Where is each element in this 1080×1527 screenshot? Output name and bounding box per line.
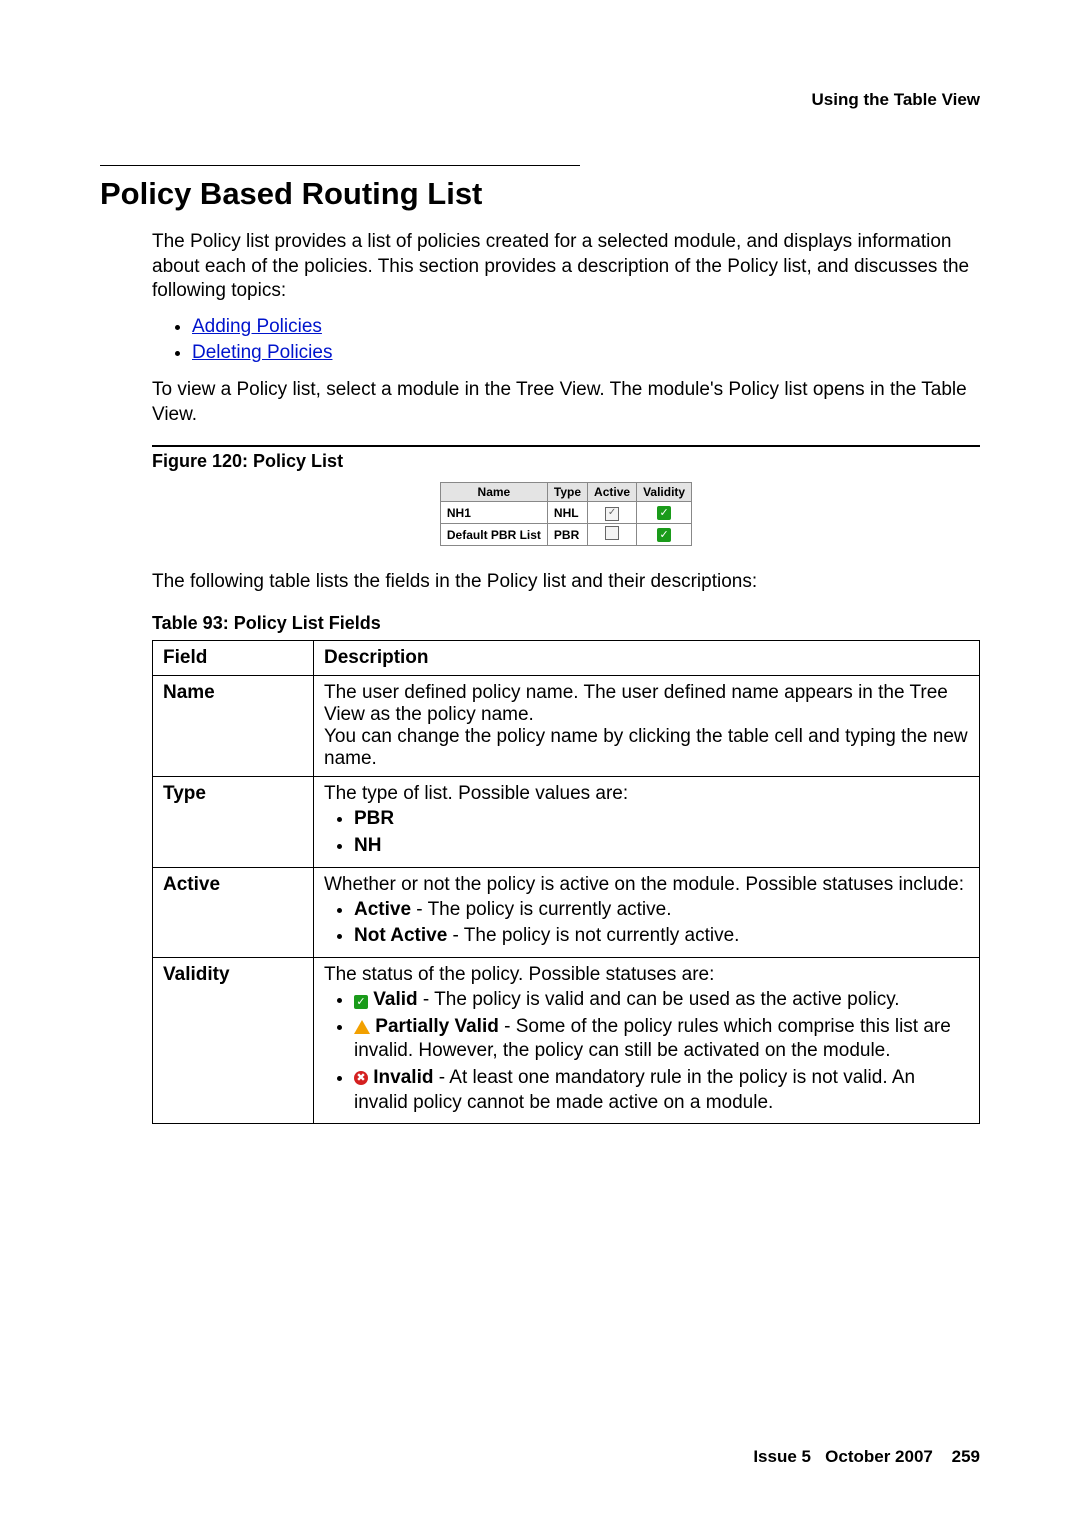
valid-icon: ✓ [354, 995, 368, 1009]
footer-page-number: 259 [952, 1447, 980, 1466]
text: You can change the policy name by clicki… [324, 726, 968, 769]
cell-validity: ✓ [637, 502, 692, 524]
body: The Policy list provides a list of polic… [152, 230, 980, 1124]
field-name: Name [153, 676, 314, 777]
field-desc: The type of list. Possible values are: P… [314, 777, 980, 867]
link-adding-policies[interactable]: Adding Policies [192, 316, 322, 337]
list-item: Deleting Policies [192, 342, 980, 364]
text: Whether or not the policy is active on t… [324, 874, 964, 895]
policy-list-table: Name Type Active Validity NH1 NHL ✓ ✓ De… [440, 482, 692, 546]
heading-rule [100, 165, 580, 166]
cell-name: Default PBR List [440, 524, 547, 546]
table-row: Default PBR List PBR ✓ [440, 524, 691, 546]
list-item: PBR [354, 807, 969, 832]
col-name: Name [440, 483, 547, 502]
text: The user defined policy name. The user d… [324, 682, 948, 725]
page-title: Policy Based Routing List [100, 176, 980, 212]
policy-list-fields-table: Field Description Name The user defined … [152, 640, 980, 1124]
valid-icon: ✓ [657, 528, 671, 542]
invalid-icon: ✖ [354, 1071, 368, 1085]
valid-icon: ✓ [657, 506, 671, 520]
intro-paragraph: The Policy list provides a list of polic… [152, 230, 980, 304]
list-item: Adding Policies [192, 316, 980, 338]
list-item: Not Active - The policy is not currently… [354, 924, 969, 949]
text: The status of the policy. Possible statu… [324, 964, 714, 985]
list-item: Active - The policy is currently active. [354, 898, 969, 923]
status-list: ✓ Valid - The policy is valid and can be… [354, 988, 969, 1115]
cell-validity: ✓ [637, 524, 692, 546]
col-validity: Validity [637, 483, 692, 502]
page: Using the Table View Policy Based Routin… [0, 0, 1080, 1527]
paragraph: To view a Policy list, select a module i… [152, 378, 980, 427]
checkbox-unchecked-icon [605, 526, 619, 540]
list-item: Partially Valid - Some of the policy rul… [354, 1015, 969, 1064]
cell-name: NH1 [440, 502, 547, 524]
running-header: Using the Table View [100, 90, 980, 110]
figure-caption: Figure 120: Policy List [152, 445, 980, 472]
col-active: Active [588, 483, 637, 502]
footer-issue: Issue 5 [753, 1447, 811, 1466]
paragraph: The following table lists the fields in … [152, 570, 980, 595]
field-name: Active [153, 867, 314, 957]
table-row: Validity The status of the policy. Possi… [153, 957, 980, 1123]
col-description: Description [314, 641, 980, 676]
cell-type: PBR [547, 524, 587, 546]
value-list: PBR NH [354, 807, 969, 858]
table-row: Type The type of list. Possible values a… [153, 777, 980, 867]
table-row: NH1 NHL ✓ ✓ [440, 502, 691, 524]
cell-active: ✓ [588, 502, 637, 524]
cell-active [588, 524, 637, 546]
footer-date: October 2007 [825, 1447, 933, 1466]
col-type: Type [547, 483, 587, 502]
status-list: Active - The policy is currently active.… [354, 898, 969, 949]
col-field: Field [153, 641, 314, 676]
page-footer: Issue 5 October 2007 259 [753, 1447, 980, 1467]
field-desc: Whether or not the policy is active on t… [314, 867, 980, 957]
list-item: ✖ Invalid - At least one mandatory rule … [354, 1066, 969, 1115]
cell-type: NHL [547, 502, 587, 524]
link-deleting-policies[interactable]: Deleting Policies [192, 342, 332, 363]
topic-links: Adding Policies Deleting Policies [152, 316, 980, 364]
text: The type of list. Possible values are: [324, 783, 628, 804]
list-item: NH [354, 834, 969, 859]
checkbox-checked-icon: ✓ [605, 507, 619, 521]
table-caption: Table 93: Policy List Fields [152, 613, 980, 634]
table-row: Name The user defined policy name. The u… [153, 676, 980, 777]
warning-icon [354, 1020, 370, 1034]
field-desc: The status of the policy. Possible statu… [314, 957, 980, 1123]
field-name: Type [153, 777, 314, 867]
list-item: ✓ Valid - The policy is valid and can be… [354, 988, 969, 1013]
table-row: Active Whether or not the policy is acti… [153, 867, 980, 957]
figure: Name Type Active Validity NH1 NHL ✓ ✓ De… [152, 482, 980, 546]
field-desc: The user defined policy name. The user d… [314, 676, 980, 777]
field-name: Validity [153, 957, 314, 1123]
